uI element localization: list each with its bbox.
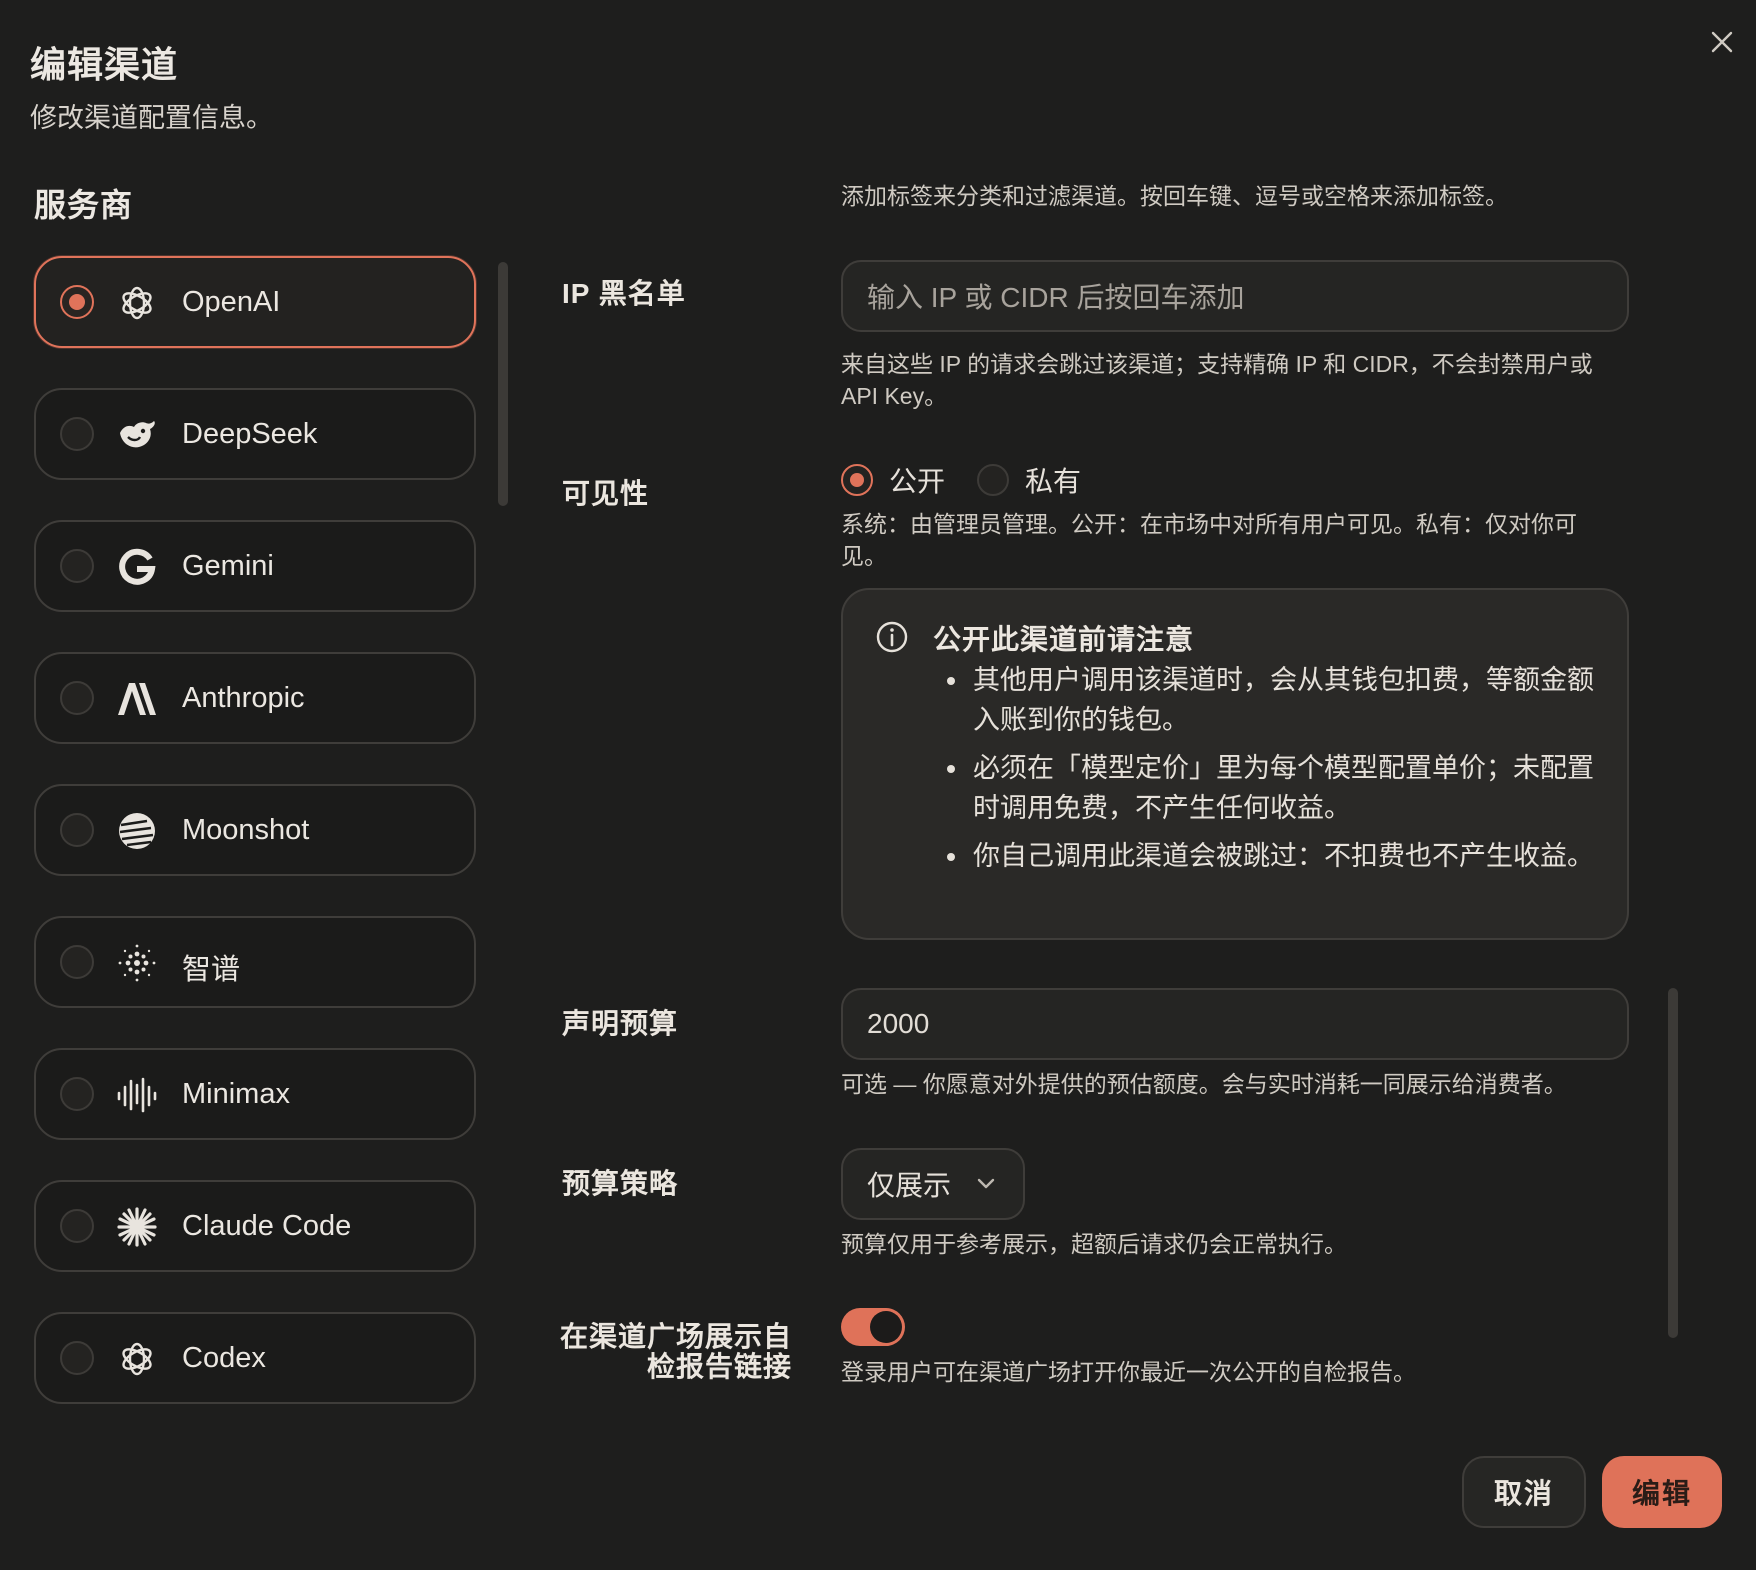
- close-button[interactable]: [1702, 22, 1742, 62]
- provider-list: OpenAI DeepSeek Gemini Anthropic Moonsho…: [34, 256, 476, 1444]
- ip-blacklist-help-cont: API Key。: [841, 383, 948, 409]
- minimax-icon: [116, 1074, 158, 1116]
- submit-edit-button[interactable]: 编辑: [1602, 1456, 1722, 1528]
- public-notice-box: 公开此渠道前请注意 其他用户调用该渠道时，会从其钱包扣费，等额金额入账到你的钱包…: [841, 588, 1629, 940]
- budget-policy-label: 预算策略: [562, 1168, 679, 1199]
- provider-option-gemini[interactable]: Gemini: [34, 520, 476, 612]
- claude-code-icon: [116, 1206, 158, 1248]
- provider-option-openai[interactable]: OpenAI: [34, 256, 476, 348]
- ip-blacklist-help: 来自这些 IP 的请求会跳过该渠道；支持精确 IP 和 CIDR，不会封禁用户或: [841, 351, 1593, 377]
- anthropic-icon: [116, 678, 158, 720]
- show-report-link-label-line2: 检报告链接: [646, 1351, 792, 1382]
- show-report-link-help: 登录用户可在渠道广场打开你最近一次公开的自检报告。: [841, 1359, 1416, 1385]
- visibility-help-cont: 见。: [841, 543, 887, 569]
- provider-list-scrollbar[interactable]: [498, 262, 508, 506]
- tags-help-text: 添加标签来分类和过滤渠道。按回车键、逗号或空格来添加标签。: [841, 183, 1508, 209]
- chevron-down-icon: [977, 1178, 995, 1189]
- provider-radio[interactable]: [60, 681, 94, 715]
- declared-budget-help: 可选 — 你愿意对外提供的预估额度。会与实时消耗一同展示给消费者。: [841, 1071, 1567, 1097]
- visibility-help: 系统：由管理员管理。公开：在市场中对所有用户可见。私有：仅对你可: [841, 511, 1577, 537]
- deepseek-icon: [116, 414, 158, 456]
- edit-channel-dialog: 编辑渠道 修改渠道配置信息。 服务商 OpenAI DeepSeek Gemin…: [0, 0, 1756, 1570]
- declared-budget-label: 声明预算: [562, 1008, 679, 1039]
- provider-option-moonshot[interactable]: Moonshot: [34, 784, 476, 876]
- notice-list: 其他用户调用该渠道时，会从其钱包扣费，等额金额入账到你的钱包。 必须在「模型定价…: [947, 660, 1603, 884]
- provider-radio[interactable]: [60, 1077, 94, 1111]
- show-report-link-label: 在渠道广场展示自 检报告链接: [560, 1322, 792, 1382]
- provider-label: Codex: [182, 1342, 266, 1374]
- info-icon: [875, 620, 909, 654]
- provider-radio[interactable]: [60, 1341, 94, 1375]
- provider-option-zhipu[interactable]: 智谱: [34, 916, 476, 1008]
- zhipu-icon: [116, 942, 158, 984]
- provider-label: Claude Code: [182, 1210, 352, 1242]
- close-icon: [1711, 31, 1733, 53]
- provider-radio[interactable]: [60, 417, 94, 451]
- provider-option-claude-code[interactable]: Claude Code: [34, 1180, 476, 1272]
- visibility-private-label[interactable]: 私有: [1025, 460, 1081, 500]
- dialog-subtitle: 修改渠道配置信息。: [30, 103, 273, 133]
- moonshot-icon: [116, 810, 158, 852]
- notice-item: 其他用户调用该渠道时，会从其钱包扣费，等额金额入账到你的钱包。: [947, 660, 1603, 740]
- gemini-icon: [116, 546, 158, 588]
- form-scrollbar[interactable]: [1668, 988, 1678, 1338]
- provider-option-deepseek[interactable]: DeepSeek: [34, 388, 476, 480]
- openai-icon: [116, 282, 158, 324]
- provider-label: OpenAI: [182, 286, 281, 318]
- visibility-public-label[interactable]: 公开: [889, 460, 945, 500]
- cancel-button[interactable]: 取消: [1462, 1456, 1586, 1528]
- ip-blacklist-label: IP 黑名单: [562, 278, 686, 309]
- provider-label: Moonshot: [182, 814, 310, 846]
- visibility-label: 可见性: [562, 478, 650, 509]
- provider-label: Minimax: [182, 1078, 290, 1110]
- provider-label: Gemini: [182, 550, 274, 582]
- budget-policy-help: 预算仅用于参考展示，超额后请求仍会正常执行。: [841, 1231, 1347, 1257]
- provider-option-codex[interactable]: Codex: [34, 1312, 476, 1404]
- provider-radio[interactable]: [60, 285, 94, 319]
- dialog-title: 编辑渠道: [30, 44, 179, 85]
- providers-heading: 服务商: [34, 187, 134, 223]
- provider-radio[interactable]: [60, 945, 94, 979]
- budget-policy-value: 仅展示: [867, 1170, 952, 1201]
- visibility-radio-group: 公开 私有: [841, 460, 1113, 500]
- notice-item: 必须在「模型定价」里为每个模型配置单价；未配置时调用免费，不产生任何收益。: [947, 748, 1603, 828]
- toggle-knob: [870, 1311, 902, 1343]
- visibility-public-radio[interactable]: [841, 464, 873, 496]
- provider-label: DeepSeek: [182, 418, 318, 450]
- provider-radio[interactable]: [60, 549, 94, 583]
- notice-item: 你自己调用此渠道会被跳过：不扣费也不产生收益。: [947, 836, 1603, 876]
- ip-blacklist-input[interactable]: 输入 IP 或 CIDR 后按回车添加: [841, 260, 1629, 332]
- provider-option-minimax[interactable]: Minimax: [34, 1048, 476, 1140]
- show-report-link-label-line1: 在渠道广场展示自: [560, 1321, 793, 1352]
- provider-radio[interactable]: [60, 813, 94, 847]
- provider-label: 智谱: [182, 954, 241, 986]
- notice-title: 公开此渠道前请注意: [933, 624, 1195, 655]
- declared-budget-input[interactable]: 2000: [841, 988, 1629, 1060]
- codex-icon: [116, 1338, 158, 1380]
- budget-policy-select[interactable]: 仅展示: [841, 1148, 1025, 1220]
- provider-label: Anthropic: [182, 682, 305, 714]
- provider-option-anthropic[interactable]: Anthropic: [34, 652, 476, 744]
- provider-radio[interactable]: [60, 1209, 94, 1243]
- visibility-private-radio[interactable]: [977, 464, 1010, 496]
- show-report-link-toggle[interactable]: [841, 1308, 905, 1346]
